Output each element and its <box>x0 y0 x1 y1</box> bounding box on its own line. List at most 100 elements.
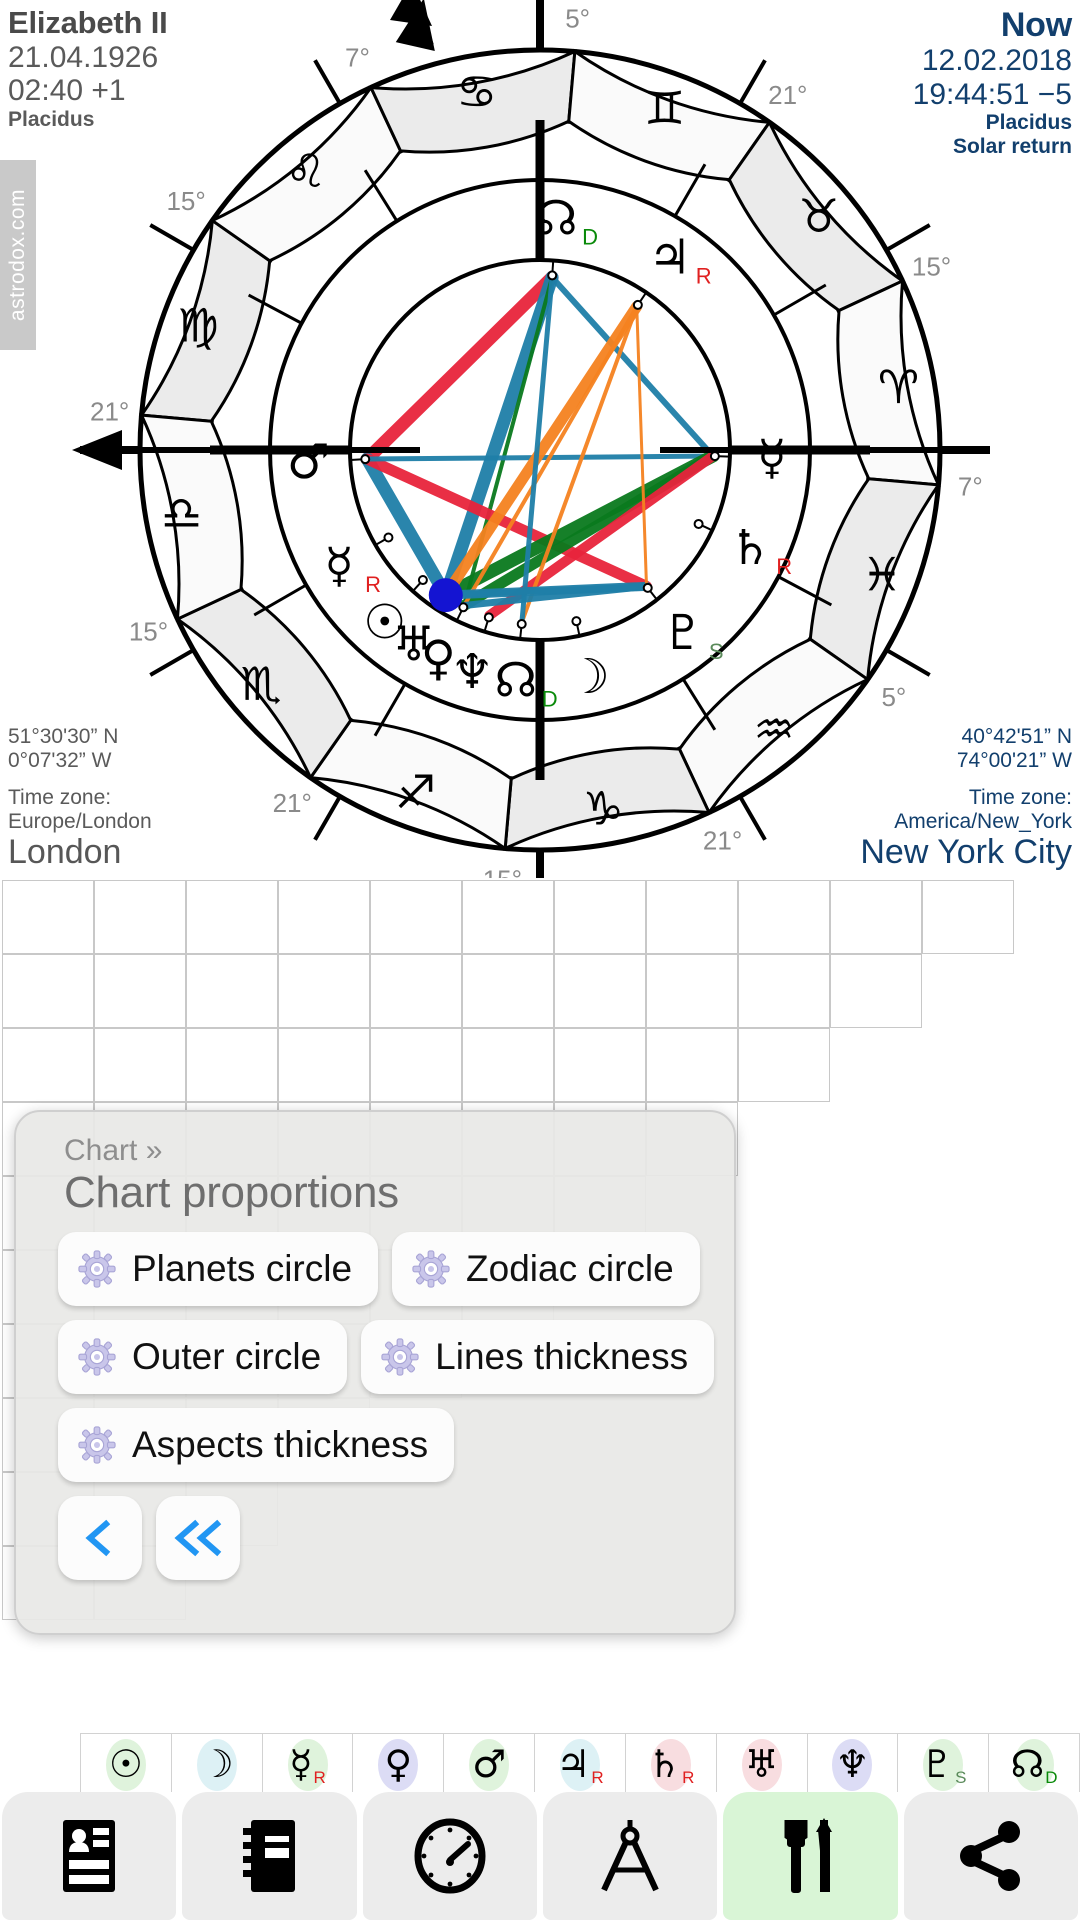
aspect-grid-cell[interactable] <box>186 1028 278 1102</box>
svg-text:7°: 7° <box>345 42 370 72</box>
lines-thickness-button[interactable]: Lines thickness <box>361 1320 715 1394</box>
tab-person-card[interactable] <box>2 1792 177 1920</box>
svg-text:♊: ♊ <box>644 81 685 135</box>
aspect-grid-cell[interactable] <box>2 880 94 954</box>
aspect-grid-cell[interactable] <box>646 1028 738 1102</box>
planet-strip-cell[interactable]: ♄ R <box>625 1733 717 1795</box>
chart-canvas[interactable]: ♍ ♌ ♋ ♊ ♉ ♈ ♓ ♒ ♑ ♐ ♏ ♎ 21° 15° 7° 5° 21° 15° 7° 5° 21° 15° 2… <box>0 0 1080 880</box>
svg-text:D: D <box>542 687 558 712</box>
planet-strip-cell[interactable]: ♇ S <box>898 1733 990 1795</box>
aspect-grid-cell[interactable] <box>462 1028 554 1102</box>
chart-proportions-dialog[interactable]: Chart » Chart proportions Planets circle… <box>14 1110 736 1635</box>
svg-text:R: R <box>776 554 792 579</box>
astrodox-watermark-label: astrodox.com <box>6 188 29 322</box>
notebook-icon <box>243 1820 296 1892</box>
aspect-grid-cell[interactable] <box>2 1028 94 1102</box>
aspect-grid-cell[interactable] <box>186 954 278 1028</box>
natal-name: Elizabeth II <box>8 5 168 40</box>
aspect-grid-cell[interactable] <box>462 880 554 954</box>
svg-text:♇: ♇ <box>661 605 704 661</box>
transit-date: 12.02.2018 <box>921 44 1072 78</box>
svg-text:♉: ♉ <box>798 189 839 243</box>
natal-place-block: 51°30'30” N 0°07'32” W Time zone: Europe… <box>8 725 152 871</box>
breadcrumb[interactable]: Chart » <box>64 1134 710 1168</box>
svg-text:♐: ♐ <box>395 765 436 819</box>
aspect-grid-cell[interactable] <box>94 954 186 1028</box>
natal-date: 21.04.1926 <box>8 40 159 74</box>
svg-text:7°: 7° <box>958 472 983 502</box>
aspect-grid-cell[interactable] <box>554 954 646 1028</box>
svg-text:5°: 5° <box>565 4 590 34</box>
svg-text:♋: ♋ <box>456 65 497 119</box>
aspect-grid-cell[interactable] <box>738 1028 830 1102</box>
svg-text:15°: 15° <box>166 186 205 216</box>
svg-text:☊: ☊ <box>535 191 578 247</box>
transit-time: 19:44:51 −5 <box>912 77 1072 111</box>
chevron-double-left-icon <box>174 1519 222 1557</box>
svg-text:☽: ☽ <box>567 649 610 705</box>
svg-text:♃: ♃ <box>648 230 691 286</box>
zodiac-circle-label: Zodiac circle <box>466 1248 674 1289</box>
aspect-grid-cell[interactable] <box>554 880 646 954</box>
planet-selector-strip[interactable]: ☉ ☽ ☿ R ♀ ♂ ♃ R ♄ R ♅ ♆ ♇ S ☊ D <box>80 1733 1080 1795</box>
aspect-grid-cell[interactable] <box>554 1028 646 1102</box>
planet-strip-cell[interactable]: ♃ R <box>535 1733 626 1795</box>
planet-strip-cell[interactable]: ♆ <box>807 1733 899 1795</box>
aspect-grid-cell[interactable] <box>278 1028 370 1102</box>
dialog-nav-row <box>40 1496 710 1580</box>
tab-dial[interactable] <box>362 1792 537 1920</box>
tab-compass[interactable] <box>542 1792 718 1920</box>
planet-strip-cell[interactable]: ☉ <box>80 1733 172 1795</box>
back-button[interactable] <box>58 1496 142 1580</box>
planet-glyph: ☊ <box>1010 1742 1045 1786</box>
aspect-grid-cell[interactable] <box>94 880 186 954</box>
aspect-grid-cell[interactable] <box>278 954 370 1028</box>
zodiac-circle-button[interactable]: Zodiac circle <box>392 1232 700 1306</box>
planet-glyph: ♅ <box>744 1742 779 1786</box>
planet-motion-mark: S <box>955 1768 967 1787</box>
aspect-grid-cell[interactable] <box>646 954 738 1028</box>
natal-tz-label: Time zone: <box>8 786 112 810</box>
transit-chart-type: Solar return <box>952 134 1072 158</box>
natal-info-block: Elizabeth II 21.04.1926 02:40 +1 Placidu… <box>8 5 168 131</box>
planet-strip-cell[interactable]: ♅ <box>716 1733 808 1795</box>
aspect-grid-cell[interactable] <box>370 954 462 1028</box>
planet-strip-cell[interactable]: ♂ <box>444 1733 536 1795</box>
bottom-toolbar[interactable] <box>0 1792 1080 1920</box>
transit-longitude: 74°00'21” W <box>956 748 1072 772</box>
aspect-grid-cell[interactable] <box>738 880 830 954</box>
close-all-button[interactable] <box>156 1496 240 1580</box>
tab-settings[interactable] <box>723 1792 898 1920</box>
aspect-grid-cell[interactable] <box>370 880 462 954</box>
planet-glyph: ♀ <box>384 1742 413 1786</box>
tab-share[interactable] <box>903 1792 1078 1920</box>
tab-notebook[interactable] <box>182 1792 357 1920</box>
planet-strip-cell[interactable]: ♀ <box>353 1733 445 1795</box>
svg-text:♄: ♄ <box>729 520 772 576</box>
gear-icon <box>412 1250 450 1288</box>
aspect-grid-cell[interactable] <box>94 1028 186 1102</box>
aspect-grid-cell[interactable] <box>278 880 370 954</box>
planets-circle-button[interactable]: Planets circle <box>58 1232 379 1306</box>
planet-strip-cell[interactable]: ☊ D <box>989 1733 1080 1795</box>
aspects-thickness-label: Aspects thickness <box>132 1424 429 1465</box>
planet-strip-cell[interactable]: ☽ <box>171 1733 263 1795</box>
outer-circle-button[interactable]: Outer circle <box>58 1320 348 1394</box>
aspect-grid-cell[interactable] <box>462 954 554 1028</box>
aspect-grid-cell[interactable] <box>186 880 278 954</box>
aspect-grid-cell[interactable] <box>830 880 922 954</box>
aspect-grid-cell[interactable] <box>738 954 830 1028</box>
svg-text:♓: ♓ <box>861 547 902 601</box>
aspect-grid-cell[interactable] <box>830 954 922 1028</box>
aspect-grid-cell[interactable] <box>370 1028 462 1102</box>
planet-strip-cell[interactable]: ☿ R <box>262 1733 354 1795</box>
aspect-grid-cell[interactable] <box>2 954 94 1028</box>
aspect-grid-cell[interactable] <box>646 880 738 954</box>
svg-text:15°: 15° <box>129 617 168 647</box>
planet-motion-mark: R <box>591 1768 604 1787</box>
aspect-grid-cell[interactable] <box>922 880 1014 954</box>
svg-text:21°: 21° <box>768 80 807 110</box>
dialog-button-row-3: Aspects thickness <box>40 1408 710 1482</box>
aspects-thickness-button[interactable]: Aspects thickness <box>58 1408 455 1482</box>
svg-text:♈: ♈ <box>878 360 919 414</box>
